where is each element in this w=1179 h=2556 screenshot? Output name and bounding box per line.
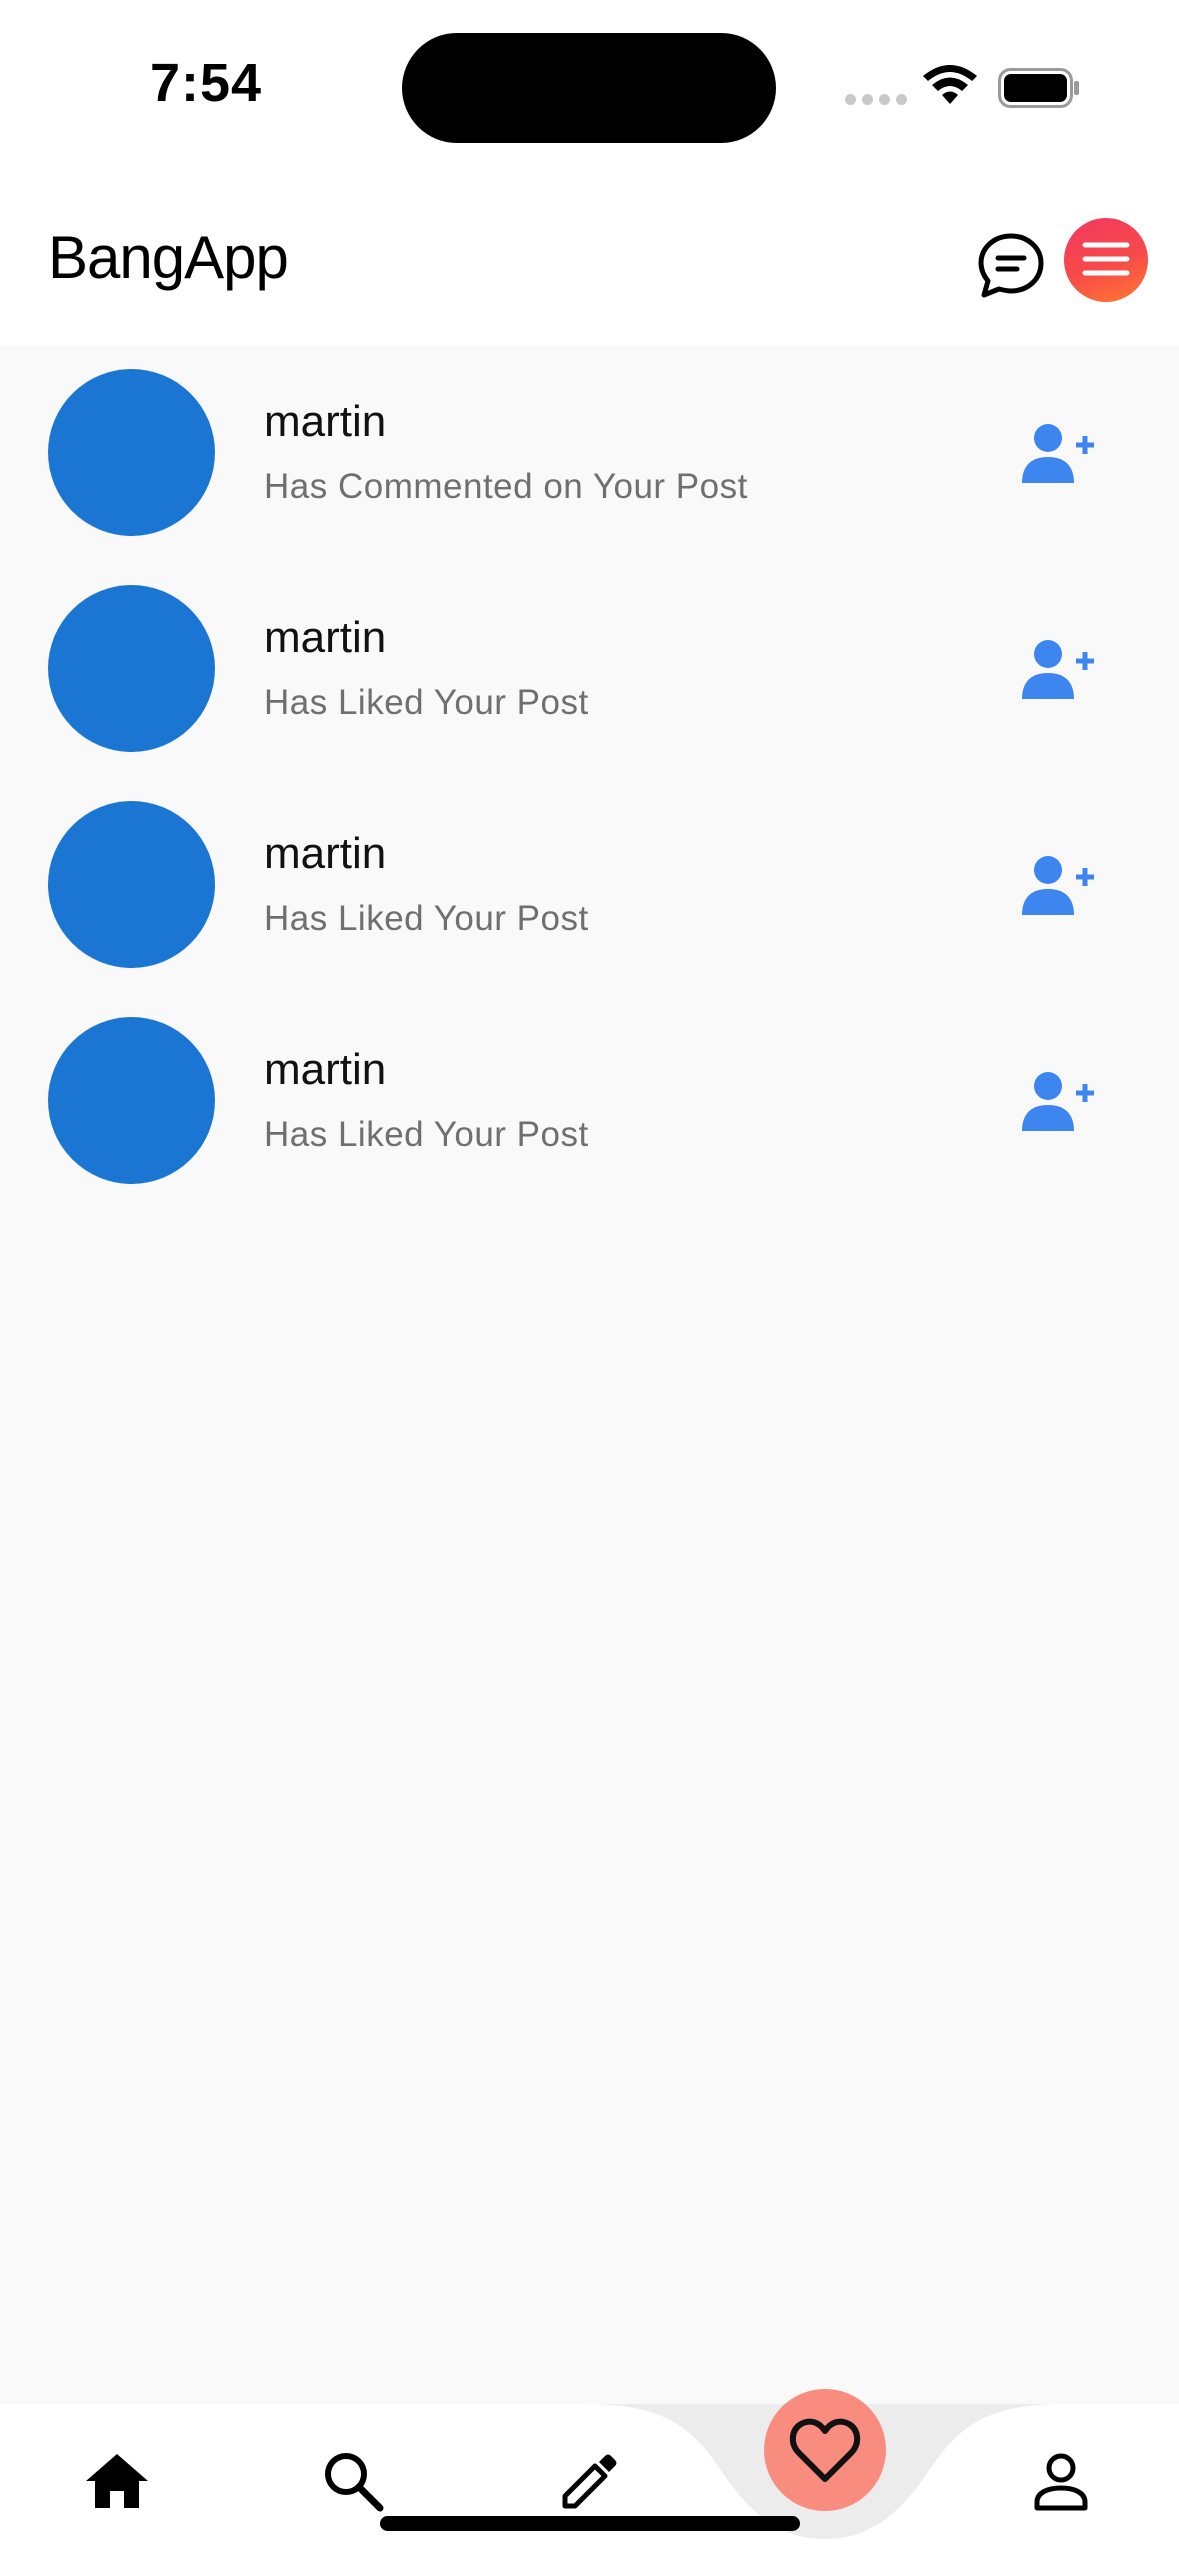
search-icon[interactable] <box>318 2446 388 2516</box>
chat-bubble-icon[interactable] <box>975 230 1047 302</box>
add-user-icon[interactable] <box>1018 1069 1096 1133</box>
user-name[interactable]: martin <box>264 829 386 879</box>
user-name[interactable]: martin <box>264 397 386 447</box>
notification-message: Has Liked Your Post <box>264 899 589 938</box>
avatar[interactable] <box>48 585 215 752</box>
notification-item[interactable]: martin Has Liked Your Post <box>0 561 1179 777</box>
app-title: BangApp <box>48 224 289 291</box>
nav-heart-button[interactable] <box>764 2389 886 2511</box>
avatar[interactable] <box>48 369 215 536</box>
notification-message: Has Liked Your Post <box>264 1115 589 1154</box>
add-user-icon[interactable] <box>1018 853 1096 917</box>
edit-icon[interactable] <box>553 2446 623 2516</box>
heart-icon <box>789 2418 861 2482</box>
notification-item[interactable]: martin Has Commented on Your Post <box>0 345 1179 561</box>
avatar[interactable] <box>48 1017 215 1184</box>
home-icon[interactable] <box>82 2446 152 2516</box>
notification-message: Has Liked Your Post <box>264 683 589 722</box>
home-indicator <box>380 2516 800 2531</box>
app-header: BangApp <box>0 180 1179 345</box>
notification-message: Has Commented on Your Post <box>264 467 748 506</box>
bottom-nav <box>0 2404 1179 2556</box>
cellular-signal-icon <box>845 94 907 105</box>
user-name[interactable]: martin <box>264 613 386 663</box>
notification-item[interactable]: martin Has Liked Your Post <box>0 777 1179 993</box>
user-name[interactable]: martin <box>264 1045 386 1095</box>
status-time: 7:54 <box>150 53 263 113</box>
wifi-icon <box>923 65 977 104</box>
add-user-icon[interactable] <box>1018 637 1096 701</box>
notifications-screen: 7:54 BangApp martin Has Commented on You… <box>0 0 1179 2556</box>
profile-icon[interactable] <box>1026 2446 1096 2516</box>
notification-item[interactable]: martin Has Liked Your Post <box>0 993 1179 1209</box>
status-bar: 7:54 <box>0 0 1179 180</box>
add-user-icon[interactable] <box>1018 421 1096 485</box>
dynamic-island <box>402 33 776 143</box>
menu-button[interactable] <box>1064 218 1148 302</box>
avatar[interactable] <box>48 801 215 968</box>
battery-icon <box>998 68 1079 108</box>
menu-lines-icon <box>1082 242 1130 276</box>
